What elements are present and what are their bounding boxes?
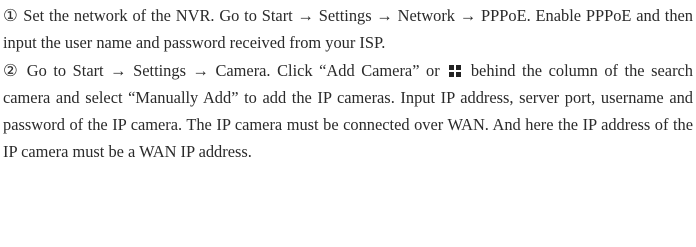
step-1-number: ① xyxy=(3,6,19,25)
step-2: ② Go to Start → Settings → Camera. Click… xyxy=(3,57,693,166)
grid-add-icon xyxy=(449,64,462,77)
instructions: ① Set the network of the NVR. Go to Star… xyxy=(0,0,693,166)
step-1: ① Set the network of the NVR. Go to Star… xyxy=(3,2,693,57)
step-2-text-before-icon: Go to Start → Settings → Camera. Click “… xyxy=(20,60,440,80)
step-1-text: Set the network of the NVR. Go to Start … xyxy=(3,6,693,53)
step-2-number: ② xyxy=(3,60,21,80)
